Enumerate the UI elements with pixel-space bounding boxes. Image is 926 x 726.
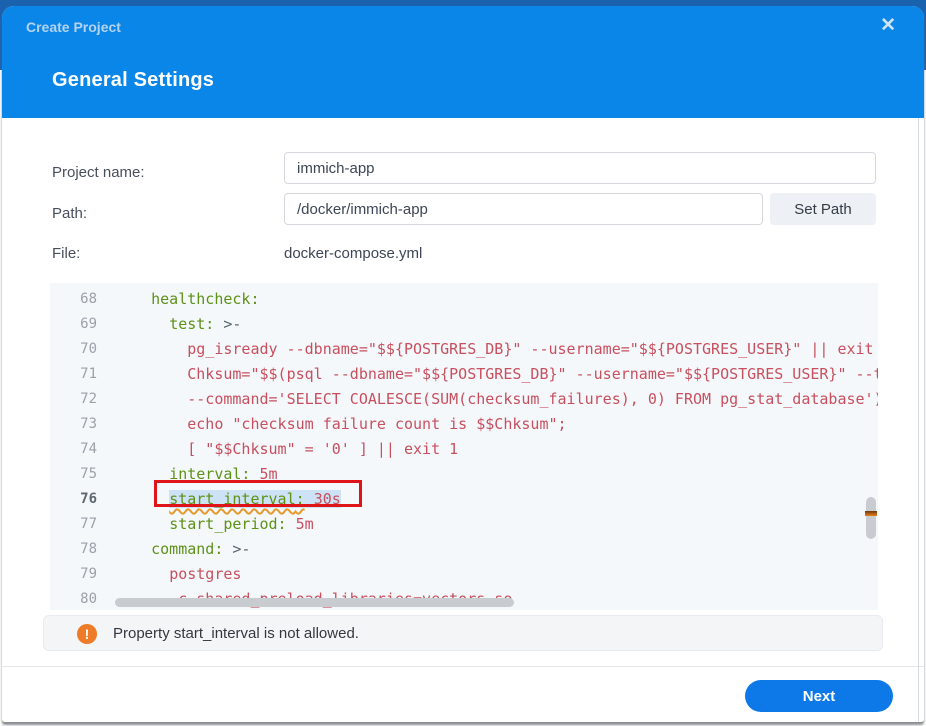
code-token: start_interval	[169, 490, 295, 508]
dialog-title: Create Project	[26, 19, 121, 35]
code-token: test:	[169, 315, 214, 333]
code-line: 76 start_interval: 30s	[50, 487, 878, 512]
line-number: 79	[50, 562, 97, 587]
code-line-text: [ "$$Chksum" = '0' ] || exit 1	[97, 437, 458, 462]
code-token: 5m	[296, 515, 314, 533]
code-token: :	[296, 490, 305, 508]
dialog-right-border	[918, 118, 919, 722]
code-line-text: interval: 5m	[97, 462, 278, 487]
code-lines: 68 healthcheck:69 test: >-70 pg_isready …	[50, 287, 878, 610]
vertical-scrollbar-thumb[interactable]	[866, 497, 876, 539]
line-number: 72	[50, 387, 97, 412]
code-token: pg_isready --dbname="$${POSTGRES_DB}" --…	[187, 340, 873, 358]
code-line: 69 test: >-	[50, 312, 878, 337]
code-line: 68 healthcheck:	[50, 287, 878, 312]
horizontal-scrollbar-thumb[interactable]	[115, 598, 514, 607]
code-token	[287, 515, 296, 533]
footer-divider	[2, 666, 924, 667]
line-number: 68	[50, 287, 97, 312]
highlighted-code-selection: start_interval: 30s	[169, 490, 341, 508]
code-token: 30s	[314, 490, 341, 508]
close-icon[interactable]: ✕	[880, 16, 896, 35]
validation-error-message: Property start_interval is not allowed.	[113, 616, 359, 652]
line-number: 74	[50, 437, 97, 462]
code-token: healthcheck:	[151, 290, 259, 308]
code-line-text: start_interval: 30s	[97, 487, 341, 512]
code-line: 75 interval: 5m	[50, 462, 878, 487]
code-token: start_period:	[169, 515, 286, 533]
path-label: Path:	[52, 205, 87, 222]
scrollbar-error-marker	[865, 511, 877, 516]
code-line-text: command: >-	[97, 537, 250, 562]
file-label: File:	[52, 245, 80, 262]
line-number: 76	[50, 487, 97, 512]
code-token: command:	[151, 540, 223, 558]
code-line-text: start_period: 5m	[97, 512, 314, 537]
path-input[interactable]	[284, 193, 763, 225]
code-line: 72 --command='SELECT COALESCE(SUM(checks…	[50, 387, 878, 412]
file-value: docker-compose.yml	[284, 245, 422, 262]
code-line-text: echo "checksum failure count is $$Chksum…	[97, 412, 567, 437]
line-number: 69	[50, 312, 97, 337]
code-line: 71 Chksum="$$(psql --dbname="$${POSTGRES…	[50, 362, 878, 387]
dialog-header: Create Project ✕ General Settings	[2, 6, 924, 118]
code-token: 5m	[260, 465, 278, 483]
line-number: 73	[50, 412, 97, 437]
code-line: 79 postgres	[50, 562, 878, 587]
validation-error-banner: ! Property start_interval is not allowed…	[43, 615, 883, 651]
line-number: 77	[50, 512, 97, 537]
page-title: General Settings	[52, 69, 214, 92]
code-line: 73 echo "checksum failure count is $$Chk…	[50, 412, 878, 437]
warning-icon: !	[77, 624, 97, 644]
next-button[interactable]: Next	[745, 680, 893, 712]
line-number: 70	[50, 337, 97, 362]
code-line-text: --command='SELECT COALESCE(SUM(checksum_…	[97, 387, 878, 412]
code-token	[305, 490, 314, 508]
code-line-text: test: >-	[97, 312, 241, 337]
code-line: 77 start_period: 5m	[50, 512, 878, 537]
code-token: >-	[223, 315, 241, 333]
create-project-dialog: Create Project ✕ General Settings Projec…	[2, 6, 924, 722]
project-name-label: Project name:	[52, 164, 145, 181]
code-line-text: pg_isready --dbname="$${POSTGRES_DB}" --…	[97, 337, 874, 362]
line-number: 75	[50, 462, 97, 487]
code-line: 70 pg_isready --dbname="$${POSTGRES_DB}"…	[50, 337, 878, 362]
yaml-code-editor[interactable]: 68 healthcheck:69 test: >-70 pg_isready …	[50, 283, 878, 610]
code-line-text: postgres	[97, 562, 241, 587]
code-line: 74 [ "$$Chksum" = '0' ] || exit 1	[50, 437, 878, 462]
code-token: --command='SELECT COALESCE(SUM(checksum_…	[187, 390, 878, 408]
line-number: 80	[50, 587, 97, 610]
code-token: postgres	[169, 565, 241, 583]
code-token: echo "checksum failure count is $$Chksum…	[187, 415, 566, 433]
code-token	[250, 465, 259, 483]
code-line-text: Chksum="$$(psql --dbname="$${POSTGRES_DB…	[97, 362, 878, 387]
set-path-button[interactable]: Set Path	[770, 193, 876, 225]
line-number: 71	[50, 362, 97, 387]
code-line-text: healthcheck:	[97, 287, 260, 312]
project-name-input[interactable]	[284, 152, 876, 184]
line-number: 78	[50, 537, 97, 562]
code-token: Chksum="$$(psql --dbname="$${POSTGRES_DB…	[187, 365, 878, 383]
code-token: >-	[232, 540, 250, 558]
code-token: [ "$$Chksum" = '0' ] || exit 1	[187, 440, 458, 458]
code-line: 78 command: >-	[50, 537, 878, 562]
code-token: interval:	[169, 465, 250, 483]
